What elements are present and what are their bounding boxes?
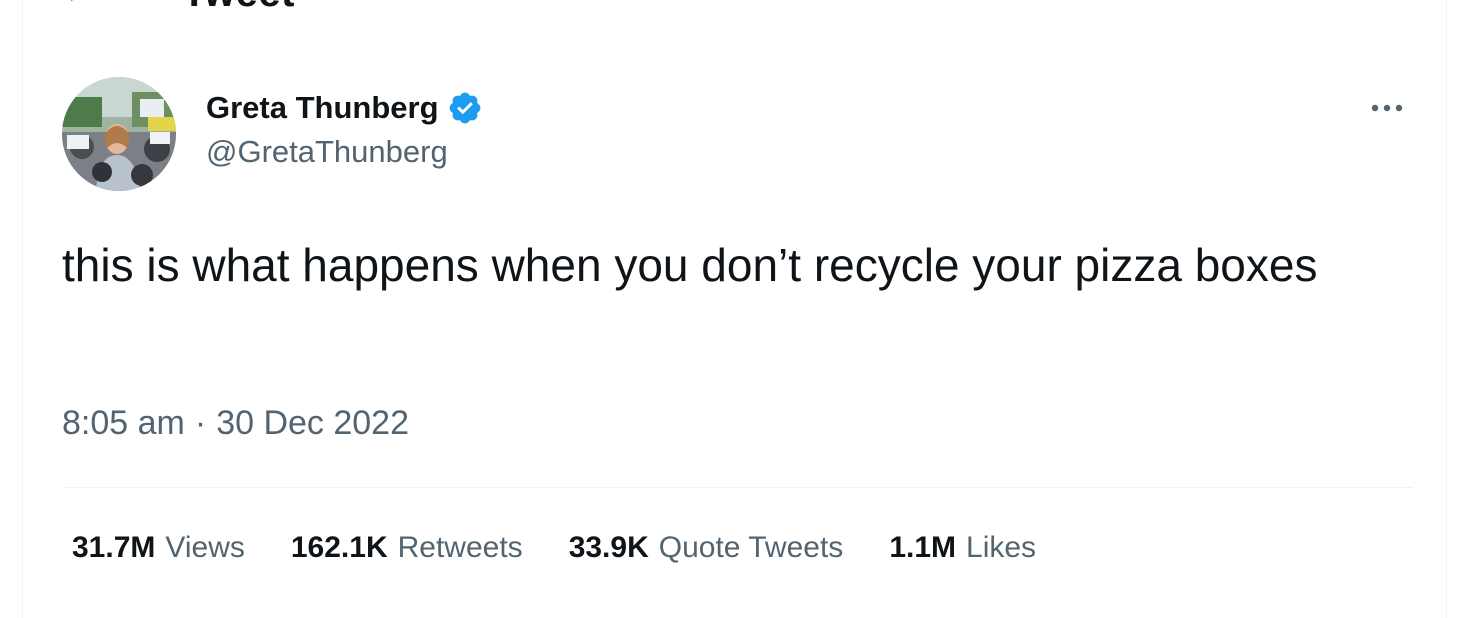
verified-badge-icon <box>447 90 483 126</box>
tweet-timestamp[interactable]: 8:05 am · 30 Dec 2022 <box>62 404 409 443</box>
tweet-time[interactable]: 8:05 am <box>62 404 185 443</box>
tweet-stats: 31.7M Views 162.1K Retweets 33.9K Quote … <box>72 531 1036 565</box>
timestamp-separator: · <box>194 404 207 442</box>
tweet-text: this is what happens when you don’t recy… <box>62 239 1318 291</box>
author-display-name[interactable]: Greta Thunberg <box>206 90 439 126</box>
stat-views-value: 31.7M <box>72 531 156 564</box>
more-options-button[interactable] <box>1362 88 1412 128</box>
avatar[interactable] <box>62 77 176 191</box>
stat-quote-tweets[interactable]: 33.9K Quote Tweets <box>569 531 844 565</box>
stat-likes[interactable]: 1.1M Likes <box>889 531 1036 565</box>
stat-quote-tweets-label: Quote Tweets <box>658 531 844 564</box>
author-handle[interactable]: @GretaThunberg <box>206 134 483 170</box>
tweet-author[interactable]: Greta Thunberg @GretaThunberg <box>206 86 483 170</box>
tweet-date[interactable]: 30 Dec 2022 <box>216 404 409 443</box>
stat-retweets-value: 162.1K <box>290 531 388 564</box>
stat-retweets-label: Retweets <box>397 531 523 564</box>
page-header: ← Tweet <box>62 0 295 15</box>
stat-likes-label: Likes <box>966 531 1037 564</box>
avatar-photo <box>62 77 176 191</box>
stat-views-label: Views <box>165 531 245 564</box>
stat-retweets[interactable]: 162.1K Retweets <box>291 531 523 565</box>
divider <box>62 487 1412 488</box>
more-options-icon <box>1371 104 1403 112</box>
stat-views[interactable]: 31.7M Views <box>72 531 245 565</box>
stat-quote-tweets-value: 33.9K <box>568 531 649 564</box>
back-arrow-icon[interactable]: ← <box>62 0 90 7</box>
stat-likes-value: 1.1M <box>889 531 957 564</box>
page-title: Tweet <box>182 0 295 16</box>
